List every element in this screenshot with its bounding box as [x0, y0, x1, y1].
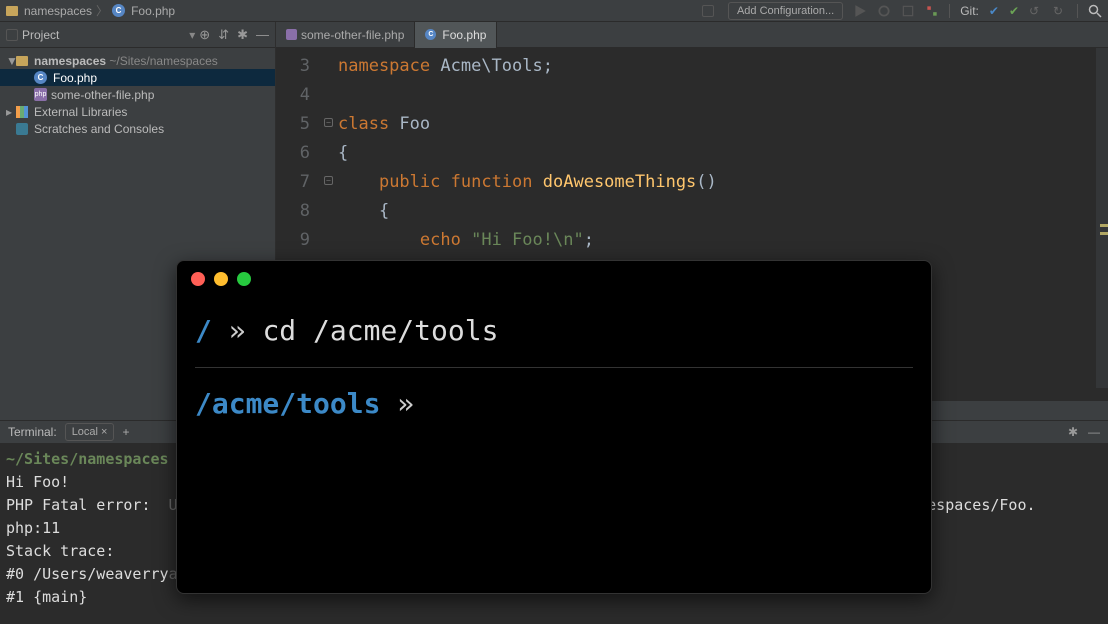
tab-foo[interactable]: C Foo.php: [415, 22, 497, 48]
terminal-command: cd /acme/tools: [262, 314, 498, 347]
tree-root[interactable]: ▼ namespaces ~/Sites/namespaces: [0, 52, 275, 69]
scrollbar[interactable]: [1096, 48, 1108, 388]
terminal-settings-icon[interactable]: ✱: [1068, 425, 1078, 439]
folder-icon: [6, 6, 18, 16]
zoom-window-button[interactable]: [237, 272, 251, 286]
tree-file-other[interactable]: phpsome-other-file.php: [0, 86, 275, 103]
expand-icon[interactable]: ⇵: [218, 27, 229, 43]
editor-tabs: some-other-file.php C Foo.php: [276, 22, 1108, 48]
close-window-button[interactable]: [191, 272, 205, 286]
prompt-path: /acme/tools: [195, 387, 380, 420]
external-terminal-body[interactable]: / » cd /acme/tools /acme/tools »: [177, 297, 931, 438]
debug-icon[interactable]: [877, 4, 891, 18]
tree-external-libs[interactable]: ▸External Libraries: [0, 103, 275, 120]
terminal-add-tab[interactable]: +: [122, 425, 129, 439]
chevron-down-icon[interactable]: ▾: [189, 28, 195, 42]
breadcrumb-file[interactable]: Foo.php: [131, 4, 175, 18]
scratches-icon: [16, 123, 28, 135]
run-icon[interactable]: [853, 4, 867, 18]
warning-marker[interactable]: [1100, 232, 1108, 235]
terminal-hide-icon[interactable]: —: [1088, 425, 1100, 439]
tree-scratches[interactable]: Scratches and Consoles: [0, 120, 275, 137]
php-file-icon: php: [34, 88, 47, 101]
folder-icon: [16, 56, 28, 66]
project-tree[interactable]: ▼ namespaces ~/Sites/namespaces CFoo.php…: [0, 48, 275, 141]
php-class-icon: C: [34, 71, 47, 84]
git-commit-icon[interactable]: ✔: [1009, 4, 1019, 18]
sidebar-header: Project ▾ ⊕ ⇵ ✱ —: [0, 22, 275, 48]
project-icon: [6, 29, 18, 41]
php-class-icon: C: [112, 4, 125, 17]
settings-icon[interactable]: ✱: [237, 27, 248, 43]
prompt-path: /: [195, 314, 212, 347]
sidebar-title[interactable]: Project: [22, 28, 189, 42]
locate-icon[interactable]: ⊕: [199, 27, 210, 43]
libraries-icon: [16, 106, 28, 118]
warning-marker[interactable]: [1100, 224, 1108, 227]
top-bar: namespaces 〉 C Foo.php Add Configuration…: [0, 0, 1108, 22]
tree-file-foo[interactable]: CFoo.php: [0, 69, 275, 86]
chevron-right-icon: 〉: [96, 2, 108, 19]
search-icon[interactable]: [1088, 4, 1102, 18]
hide-icon[interactable]: —: [256, 27, 269, 42]
php-file-icon: [286, 29, 297, 40]
build-icon[interactable]: [702, 5, 714, 17]
external-terminal-window: / » cd /acme/tools /acme/tools »: [176, 260, 932, 594]
git-update-icon[interactable]: ✔: [989, 4, 999, 18]
history-icon[interactable]: ↺: [1029, 4, 1043, 18]
terminal-tab-local[interactable]: Local ×: [65, 423, 115, 441]
breadcrumb[interactable]: namespaces 〉 C Foo.php: [6, 2, 175, 19]
revert-icon[interactable]: ↻: [1053, 4, 1067, 18]
breadcrumb-root[interactable]: namespaces: [24, 4, 92, 18]
minimize-window-button[interactable]: [214, 272, 228, 286]
run-config-selector[interactable]: Add Configuration...: [728, 2, 843, 20]
toolbar-right: Add Configuration... Git: ✔ ✔ ↺ ↻: [702, 2, 1102, 20]
coverage-icon[interactable]: [901, 4, 915, 18]
git-label: Git:: [960, 4, 979, 18]
tab-some-other-file[interactable]: some-other-file.php: [276, 22, 415, 48]
prompt-arrow-icon: »: [397, 387, 414, 420]
terminal-label: Terminal:: [8, 425, 57, 439]
prompt-arrow-icon: »: [229, 314, 246, 347]
window-controls: [177, 261, 931, 297]
stop-icon[interactable]: [925, 4, 939, 18]
php-class-icon: C: [425, 29, 436, 40]
